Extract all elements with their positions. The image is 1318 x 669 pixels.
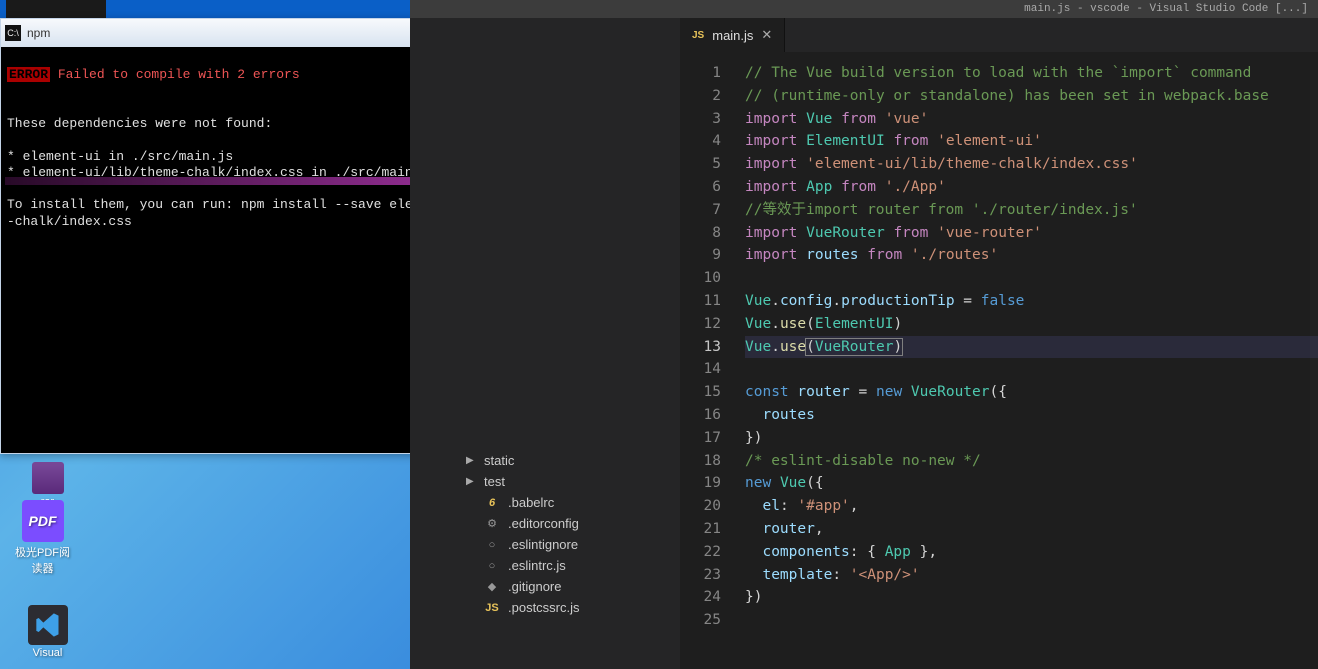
terminal-line: -chalk/index.css [7,214,132,229]
vscode-window-title: main.js - vscode - Visual Studio Code [.… [1024,0,1308,18]
cmd-icon: C:\ [5,25,21,41]
chevron-right-icon: ▶ [466,476,476,487]
desktop-label: 极光PDF阅读器 [10,544,75,576]
minimap[interactable] [1310,70,1318,470]
line-number-gutter: 1234567891011121314151617181920212223242… [680,52,735,669]
chevron-right-icon: ▶ [466,455,476,466]
folder-label: test [484,474,505,489]
code-comment: // The Vue build version to load with th… [745,65,1251,81]
error-message: Failed to compile with 2 errors [50,67,300,82]
js-icon: JS [484,602,500,614]
vscode-icon [28,605,68,645]
git-icon: ◆ [484,580,500,593]
file-label: .postcssrc.js [508,600,580,615]
file-label: .editorconfig [508,516,579,531]
js-icon: JS [692,30,704,41]
file-editorconfig[interactable]: ⚙ .editorconfig [460,513,670,534]
terminal-line: * element-ui in ./src/main.js [7,149,233,164]
file-postcssrc[interactable]: JS .postcssrc.js [460,597,670,618]
file-eslintignore[interactable]: ○ .eslintignore [460,534,670,555]
babel-icon: 6 [484,497,500,509]
close-tab-icon[interactable]: ✕ [761,27,772,43]
file-gitignore[interactable]: ◆ .gitignore [460,576,670,597]
desktop-icon-vscode[interactable]: Visual [15,605,80,659]
desktop-icon-pdf[interactable]: PDF 极光PDF阅读器 [10,500,75,576]
folder-static[interactable]: ▶ static [460,450,670,471]
file-eslintrc[interactable]: ○ .eslintrc.js [460,555,670,576]
code-editor: JS main.js ✕ 123456789101112131415161718… [680,18,1318,669]
error-badge: ERROR [7,67,50,82]
gear-icon: ⚙ [484,517,500,530]
tab-label: main.js [712,28,753,43]
file-babelrc[interactable]: 6 .babelrc [460,492,670,513]
tab-mainjs[interactable]: JS main.js ✕ [680,18,785,52]
code-content[interactable]: // The Vue build version to load with th… [735,52,1318,669]
editor-tabs: JS main.js ✕ [680,18,1318,52]
rar-icon [32,462,64,494]
file-label: .babelrc [508,495,554,510]
taskbar-item[interactable] [6,0,106,18]
file-label: .gitignore [508,579,561,594]
file-explorer: ▶ static ▶ test 6 .babelrc ⚙ .editorconfig ○… [460,450,670,618]
folder-label: static [484,453,514,468]
eslint-icon: ○ [484,539,500,551]
eslint-icon: ○ [484,560,500,572]
taskbar-strip [0,0,410,18]
pdf-icon: PDF [22,500,64,542]
folder-test[interactable]: ▶ test [460,471,670,492]
desktop-label: Visual [15,647,80,659]
terminal-line: These dependencies were not found: [7,116,272,131]
file-label: .eslintignore [508,537,578,552]
file-label: .eslintrc.js [508,558,566,573]
code-comment: // (runtime-only or standalone) has been… [745,88,1269,104]
code-comment: /* eslint-disable no-new */ [745,453,981,469]
